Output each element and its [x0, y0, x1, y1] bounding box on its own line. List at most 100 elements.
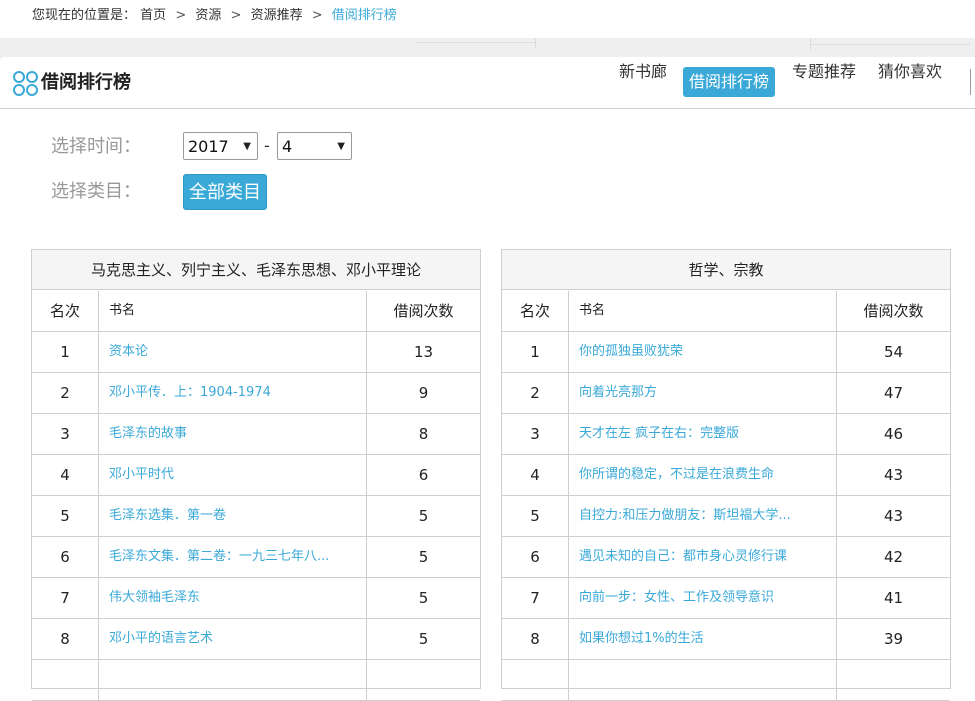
table-header-row: 名次 书名 借阅次数: [502, 291, 950, 332]
rank-cell: 5: [502, 496, 569, 536]
borrow-count-cell: 46: [883, 425, 904, 443]
column-header-name: 书名: [99, 291, 367, 331]
rank-cell: 1: [502, 332, 569, 372]
book-title-link[interactable]: 天才在左 疯子在右：完整版: [569, 414, 837, 454]
rank-cell: 4: [32, 455, 99, 495]
borrow-count-cell: 8: [418, 425, 429, 443]
rank-cell: 7: [502, 578, 569, 618]
book-title-link[interactable]: 向前一步：女性、工作及领导意识: [569, 578, 837, 618]
rank-cell: 3: [32, 414, 99, 454]
rank-cell: 2: [32, 373, 99, 413]
year-select[interactable]: 2017 ▼: [183, 132, 258, 160]
rank-cell: 2: [502, 373, 569, 413]
table-row: 7 向前一步：女性、工作及领导意识 41: [502, 578, 950, 619]
all-categories-button[interactable]: 全部类目: [183, 174, 267, 210]
tab-guess-you-like[interactable]: 猜你喜欢: [871, 57, 949, 87]
column-header-count: 借阅次数: [393, 302, 454, 320]
breadcrumb-inner: 您现在的位置是： 首页 > 资源 > 资源推荐 > 借阅排行榜: [32, 0, 397, 32]
column-header-count: 借阅次数: [863, 302, 924, 320]
table-row-partial: [502, 660, 950, 701]
tab-new-books[interactable]: 新书廊: [612, 57, 674, 87]
breadcrumb-current: 借阅排行榜: [331, 8, 397, 23]
time-filter-label: 选择时间：: [51, 136, 141, 157]
breadcrumb-separator: >: [311, 8, 323, 23]
book-title-link[interactable]: 你的孤独虽败犹荣: [569, 332, 837, 372]
card-header: 借阅排行榜 新书廊 借阅排行榜 专题推荐 猜你喜欢: [0, 57, 975, 109]
month-select[interactable]: 4 ▼: [277, 132, 352, 160]
table-row: 8 如果你想过1%的生活 39: [502, 619, 950, 660]
book-title-link[interactable]: 自控力:和压力做朋友：斯坦福大学...: [569, 496, 837, 536]
borrow-count-cell: 43: [883, 507, 904, 525]
borrow-count-cell: 13: [413, 343, 434, 361]
borrow-count-cell: 47: [883, 384, 904, 402]
book-title-link[interactable]: 毛泽东文集．第二卷：一九三七年八...: [99, 537, 367, 577]
borrow-count-cell: 42: [883, 548, 904, 566]
borrow-count-cell: 5: [418, 630, 429, 648]
table-row: 6 遇见未知的自己：都市身心灵修行课 42: [502, 537, 950, 578]
table-row: 1 你的孤独虽败犹荣 54: [502, 332, 950, 373]
book-title-partial: [569, 660, 837, 700]
breadcrumb-separator: >: [230, 8, 242, 23]
dropdown-arrow-icon: ▼: [337, 141, 345, 152]
book-title-link[interactable]: 邓小平传．上：1904-1974: [99, 373, 367, 413]
book-title-link[interactable]: 毛泽东的故事: [99, 414, 367, 454]
category-filter-label: 选择类目：: [51, 181, 141, 202]
borrow-count-cell: 41: [883, 589, 904, 607]
table-row: 4 邓小平时代 6: [32, 455, 480, 496]
nav-divider: [970, 69, 971, 95]
breadcrumb-separator: >: [175, 8, 187, 23]
rank-cell-partial: [32, 660, 99, 700]
book-title-link[interactable]: 你所谓的稳定，不过是在浪费生命: [569, 455, 837, 495]
table-row: 4 你所谓的稳定，不过是在浪费生命 43: [502, 455, 950, 496]
book-title-link[interactable]: 资本论: [99, 332, 367, 372]
breadcrumb-recommend-link[interactable]: 资源推荐: [251, 8, 303, 23]
rank-cell: 8: [502, 619, 569, 659]
book-title-link[interactable]: 向着光亮那方: [569, 373, 837, 413]
page-title: 借阅排行榜: [41, 72, 131, 93]
book-title-partial: [99, 660, 367, 700]
breadcrumb: 您现在的位置是： 首页 > 资源 > 资源推荐 > 借阅排行榜: [0, 0, 975, 38]
borrow-count-cell: 9: [418, 384, 429, 402]
borrow-count-cell: 39: [883, 630, 904, 648]
book-title-link[interactable]: 邓小平时代: [99, 455, 367, 495]
table-caption: 马克思主义、列宁主义、毛泽东思想、邓小平理论: [32, 250, 480, 290]
rank-cell: 8: [32, 619, 99, 659]
rank-cell: 6: [32, 537, 99, 577]
book-title-link[interactable]: 遇见未知的自己：都市身心灵修行课: [569, 537, 837, 577]
table-caption: 哲学、宗教: [502, 250, 950, 290]
rank-cell: 5: [32, 496, 99, 536]
table-row: 8 邓小平的语言艺术 5: [32, 619, 480, 660]
column-header-rank: 名次: [32, 291, 99, 331]
ranking-table-philosophy: 哲学、宗教 名次 书名 借阅次数 1 你的孤独虽败犹荣 54 2 向着光亮那方 47 3 天才在左 疯…: [501, 249, 951, 701]
book-title-link[interactable]: 邓小平的语言艺术: [99, 619, 367, 659]
borrow-count-cell: 5: [418, 548, 429, 566]
table-row: 5 自控力:和压力做朋友：斯坦福大学... 43: [502, 496, 950, 537]
table-row: 6 毛泽东文集．第二卷：一九三七年八... 5: [32, 537, 480, 578]
rank-cell: 3: [502, 414, 569, 454]
breadcrumb-home-link[interactable]: 首页: [140, 8, 166, 23]
borrow-count-cell: 54: [883, 343, 904, 361]
rank-cell: 6: [502, 537, 569, 577]
table-row: 5 毛泽东选集．第一卷 5: [32, 496, 480, 537]
rank-cell: 7: [32, 578, 99, 618]
table-row: 3 天才在左 疯子在右：完整版 46: [502, 414, 950, 455]
tab-topics[interactable]: 专题推荐: [785, 57, 863, 87]
rank-cell-partial: [502, 660, 569, 700]
table-header-row: 名次 书名 借阅次数: [32, 291, 480, 332]
circles-logo-icon: [13, 71, 39, 97]
table-row: 2 向着光亮那方 47: [502, 373, 950, 414]
column-header-name: 书名: [569, 291, 837, 331]
column-header-rank: 名次: [502, 291, 569, 331]
book-title-link[interactable]: 如果你想过1%的生活: [569, 619, 837, 659]
book-title-link[interactable]: 毛泽东选集．第一卷: [99, 496, 367, 536]
breadcrumb-resources-link[interactable]: 资源: [195, 8, 221, 23]
book-title-link[interactable]: 伟大领袖毛泽东: [99, 578, 367, 618]
dropdown-arrow-icon: ▼: [243, 141, 251, 152]
month-select-value: 4: [282, 137, 293, 156]
tab-borrow-ranking[interactable]: 借阅排行榜: [683, 67, 775, 97]
borrow-count-cell: 5: [418, 589, 429, 607]
table-row: 7 伟大领袖毛泽东 5: [32, 578, 480, 619]
table-row: 1 资本论 13: [32, 332, 480, 373]
breadcrumb-prefix: 您现在的位置是：: [32, 8, 137, 23]
rank-cell: 4: [502, 455, 569, 495]
